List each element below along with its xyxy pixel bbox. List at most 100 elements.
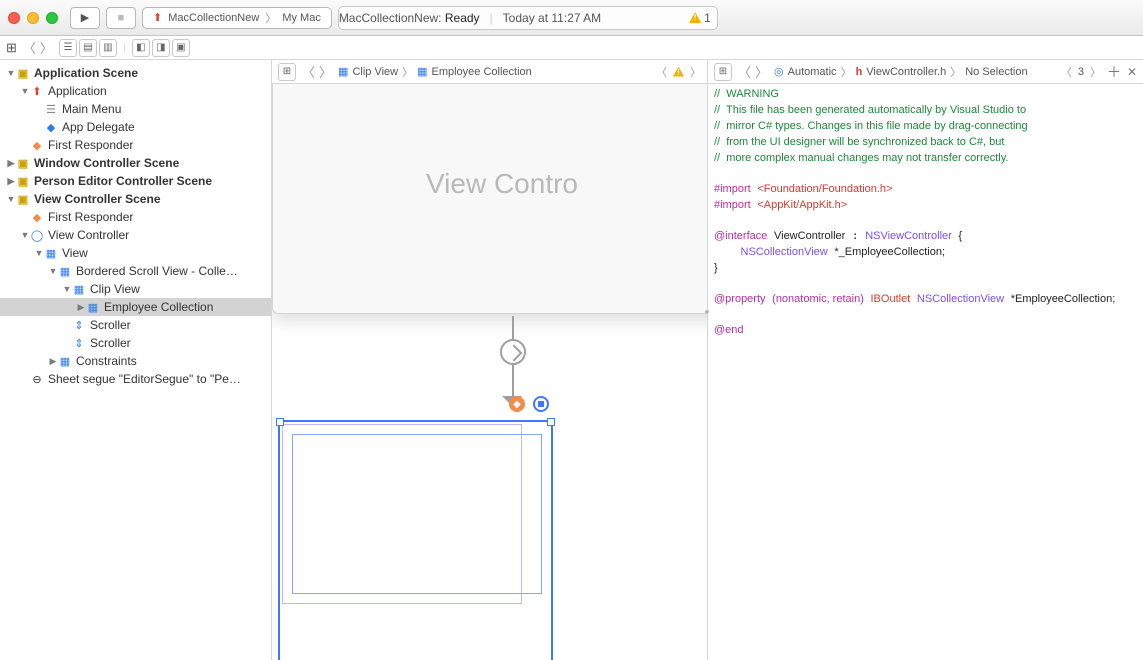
zoom-icon[interactable] (46, 12, 58, 24)
minimize-icon[interactable] (27, 12, 39, 24)
menu-icon: ☰ (44, 102, 58, 116)
layout-icon[interactable]: ▤ (79, 39, 97, 57)
prev-counterpart-button[interactable]: 〈 (1061, 64, 1072, 80)
label: Scroller (90, 336, 131, 350)
toolbar: ▶ ■ ⬆ MacCollectionNew 〉 My Mac MacColle… (0, 0, 1143, 36)
source-editor[interactable]: // WARNING // This file has been generat… (708, 84, 1143, 660)
counterpart-count: 3 (1078, 66, 1084, 78)
document-outline: ▼▣Application Scene ▼⬆Application ☰ Main … (0, 60, 272, 660)
view-icon: ▦ (44, 246, 58, 260)
run-button[interactable]: ▶ (70, 7, 100, 29)
pane-resize-handle[interactable]: ● (704, 300, 710, 322)
tree-item[interactable]: ☰ Main Menu (0, 100, 271, 118)
view-mode-icon[interactable]: ⊞ (6, 40, 17, 56)
tok: *EmployeeCollection; (1011, 293, 1116, 305)
breadcrumb-item[interactable]: Clip View (352, 66, 398, 78)
first-responder-icon[interactable]: ◆ (509, 396, 525, 412)
label: Application Scene (34, 66, 138, 80)
label: View (62, 246, 88, 260)
storyboard-canvas[interactable]: View Contro ◆ (272, 84, 707, 660)
scroller-icon: ⇕ (72, 318, 86, 332)
warning-icon[interactable] (673, 67, 684, 77)
breadcrumb-item[interactable]: Employee Collection (432, 66, 532, 78)
related-icon[interactable]: ⊞ (714, 63, 732, 81)
status-project: MacCollectionNew: (339, 11, 442, 25)
tok: <Foundation/Foundation.h> (757, 183, 892, 195)
forward-button[interactable]: 〉 (40, 38, 53, 57)
tok: @interface (714, 230, 767, 242)
close-editor-button[interactable]: ✕ (1127, 65, 1137, 79)
tree-item[interactable]: ⊖Sheet segue "EditorSegue" to "Pe… (0, 370, 271, 388)
warnings-badge[interactable]: 1 (689, 11, 717, 25)
forward-button[interactable]: 〉 (690, 64, 701, 80)
tree-item[interactable]: ▼▦View (0, 244, 271, 262)
next-counterpart-button[interactable]: 〉 (1090, 64, 1101, 80)
close-icon[interactable] (8, 12, 20, 24)
tree-item[interactable]: ▼▦Clip View (0, 280, 271, 298)
scene-header[interactable]: ▼▣View Controller Scene (0, 190, 271, 208)
breadcrumb-item[interactable]: No Selection (965, 66, 1027, 78)
label: Clip View (90, 282, 140, 296)
layout-icon[interactable]: ▥ (99, 39, 117, 57)
tree-item[interactable]: ▼⬆Application (0, 82, 271, 100)
tree-item[interactable]: ▶▦Constraints (0, 352, 271, 370)
navigator-toolbar: ⊞ 〈 〉 ☰ ▤ ▥ | ◧ ◨ ▣ (0, 36, 1143, 60)
segue-ring-icon[interactable] (500, 339, 526, 365)
layout-icon[interactable]: ☰ (59, 39, 77, 57)
scene-header[interactable]: ▶▣Window Controller Scene (0, 154, 271, 172)
selection-frame[interactable] (278, 420, 553, 660)
cube-icon: ◆ (30, 138, 44, 152)
tree-item[interactable]: ▼◯View Controller (0, 226, 271, 244)
view-controller-icon[interactable] (533, 396, 549, 412)
assistant-editor: ⊞ 〈〉 ◎ Automatic 〉 h ViewController.h 〉 … (708, 60, 1143, 660)
selection-header: ◆ (278, 396, 553, 418)
chevron-right-icon: 〉 (265, 10, 276, 26)
tree-item[interactable]: ◆First Responder (0, 208, 271, 226)
tok: *_EmployeeCollection; (834, 246, 945, 258)
related-icon[interactable]: ⊞ (278, 63, 296, 81)
back-button[interactable]: 〈 (656, 64, 667, 80)
tree-item[interactable]: ▼▦Bordered Scroll View - Colle… (0, 262, 271, 280)
layout-icon[interactable]: ◧ (132, 39, 150, 57)
segue-icon: ⊖ (30, 372, 44, 386)
resize-handle[interactable] (547, 418, 555, 426)
back-button[interactable]: 〈 (23, 38, 36, 57)
canvas-jumpbar: ⊞ 〈〉 ▦ Clip View 〉 ▦ Employee Collection… (272, 60, 707, 84)
editor-layout-icons: ☰ ▤ ▥ (59, 39, 117, 57)
label: Employee Collection (104, 300, 213, 314)
tok: @property (714, 293, 766, 305)
tree-item-selected[interactable]: ▶▦Employee Collection (0, 298, 271, 316)
forward-button[interactable]: 〉 (755, 62, 768, 81)
back-button[interactable]: 〈 (302, 62, 315, 81)
tree-item[interactable]: ⇕Scroller (0, 316, 271, 334)
tok: #import (714, 199, 751, 211)
collection-icon: ▦ (86, 300, 100, 314)
status-state: Ready (445, 11, 480, 25)
tree-item[interactable]: ◆First Responder (0, 136, 271, 154)
add-editor-button[interactable]: ＋ (1107, 62, 1121, 82)
stop-button[interactable]: ■ (106, 7, 136, 29)
label: Main Menu (62, 102, 121, 116)
scheme-selector[interactable]: ⬆ MacCollectionNew 〉 My Mac (142, 7, 332, 29)
window-controls (8, 12, 58, 24)
back-button[interactable]: 〈 (738, 62, 751, 81)
label: Constraints (76, 354, 137, 368)
app-icon: ⬆ (153, 11, 162, 24)
label: App Delegate (62, 120, 135, 134)
tok: } (714, 262, 718, 274)
scene-header[interactable]: ▼▣Application Scene (0, 64, 271, 82)
forward-button[interactable]: 〉 (319, 62, 332, 81)
status-time: Today at 11:27 AM (503, 11, 602, 25)
tree-item[interactable]: ⇕Scroller (0, 334, 271, 352)
view-controller-card[interactable]: View Contro (272, 84, 707, 314)
layout-icon[interactable]: ◨ (152, 39, 170, 57)
breadcrumb-item[interactable]: Automatic (788, 66, 837, 78)
label: First Responder (48, 210, 133, 224)
scene-header[interactable]: ▶▣Person Editor Controller Scene (0, 172, 271, 190)
code-line: // WARNING (714, 88, 779, 100)
tree-item[interactable]: ◆App Delegate (0, 118, 271, 136)
breadcrumb-item[interactable]: ViewController.h (866, 66, 946, 78)
scheme-name: MacCollectionNew (168, 12, 259, 24)
layout-icon[interactable]: ▣ (172, 39, 190, 57)
resize-handle[interactable] (276, 418, 284, 426)
